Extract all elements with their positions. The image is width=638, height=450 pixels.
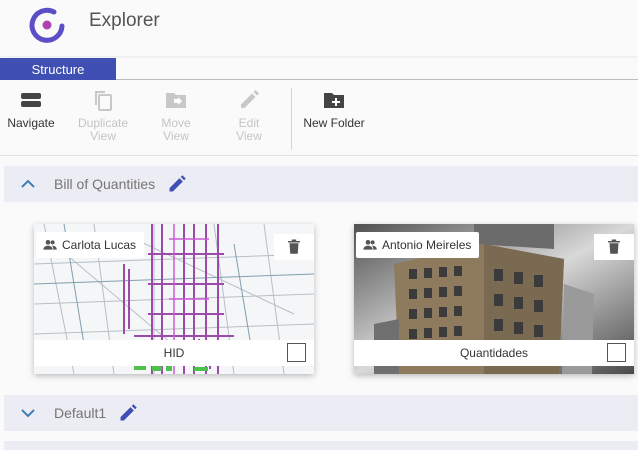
edit-group-pencil-icon[interactable] bbox=[118, 403, 138, 423]
group-header-default1[interactable]: Default1 bbox=[4, 395, 638, 431]
move-folder-icon bbox=[166, 93, 186, 108]
trash-icon bbox=[288, 239, 300, 254]
move-view-label: Move View bbox=[161, 116, 191, 143]
app-logo-icon[interactable] bbox=[26, 4, 68, 46]
card-title: HID bbox=[163, 346, 185, 360]
select-checkbox[interactable] bbox=[607, 343, 626, 362]
delete-button[interactable] bbox=[274, 234, 314, 260]
group-header-bill-of-quantities[interactable]: Bill of Quantities bbox=[4, 166, 638, 202]
new-folder-icon bbox=[324, 93, 344, 108]
navigate-label: Navigate bbox=[7, 116, 55, 130]
duplicate-icon bbox=[95, 91, 112, 111]
edit-view-button[interactable]: Edit View bbox=[220, 80, 278, 156]
owner-name: Carlota Lucas bbox=[62, 238, 137, 252]
app-header: Explorer bbox=[0, 0, 638, 56]
card-footer: HID bbox=[34, 340, 314, 366]
app-title: Explorer bbox=[89, 10, 160, 31]
navigate-button[interactable]: Navigate bbox=[4, 80, 58, 156]
chevron-up-icon[interactable] bbox=[19, 175, 37, 193]
duplicate-view-button[interactable]: Duplicate View bbox=[72, 80, 134, 156]
edit-group-pencil-icon[interactable] bbox=[167, 174, 187, 194]
toolbar: Navigate Duplicate View Move View Edit V… bbox=[0, 80, 638, 156]
group-name: Bill of Quantities bbox=[54, 176, 156, 192]
edit-view-label: Edit View bbox=[236, 116, 262, 143]
toolbar-divider bbox=[291, 88, 292, 150]
group-name: Default1 bbox=[54, 405, 107, 421]
view-card[interactable]: Carlota Lucas HID bbox=[34, 224, 314, 374]
move-view-button[interactable]: Move View bbox=[146, 80, 206, 156]
trash-icon bbox=[608, 239, 620, 254]
chevron-down-icon[interactable] bbox=[19, 404, 37, 422]
tab-structure[interactable]: Structure bbox=[0, 58, 116, 80]
delete-button[interactable] bbox=[594, 234, 634, 260]
tab-bar: Structure bbox=[0, 56, 638, 80]
new-folder-label: New Folder bbox=[303, 116, 365, 130]
group-header-partial bbox=[4, 441, 638, 450]
owner-name: Antonio Meireles bbox=[382, 238, 472, 252]
view-card[interactable]: Antonio Meireles Quantidades bbox=[354, 224, 634, 374]
pencil-icon bbox=[241, 90, 259, 108]
owner-chip: Carlota Lucas bbox=[36, 232, 145, 258]
navigate-icon bbox=[21, 93, 41, 107]
select-checkbox[interactable] bbox=[287, 343, 306, 362]
people-icon bbox=[43, 240, 57, 250]
owner-chip: Antonio Meireles bbox=[356, 232, 480, 258]
people-icon bbox=[363, 240, 377, 250]
card-footer: Quantidades bbox=[354, 340, 634, 366]
card-title: Quantidades bbox=[459, 346, 529, 360]
duplicate-view-label: Duplicate View bbox=[77, 116, 129, 143]
new-folder-button[interactable]: New Folder bbox=[300, 80, 368, 156]
